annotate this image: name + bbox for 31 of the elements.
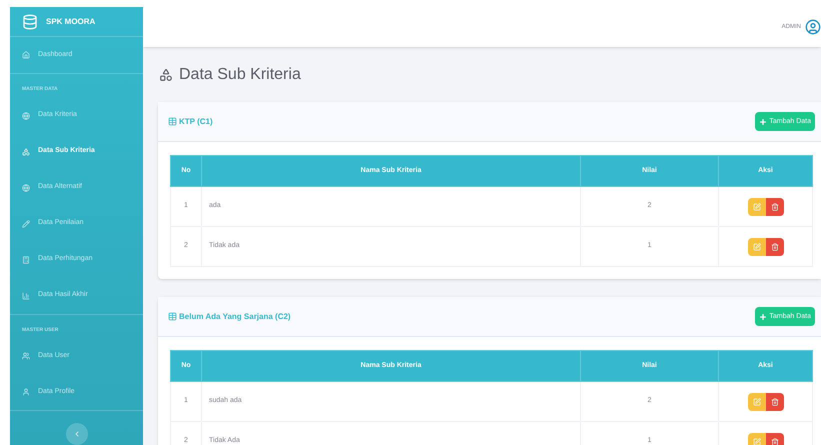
table-icon: [168, 312, 177, 321]
pencil-icon: [22, 220, 30, 228]
card-title: Belum Ada Yang Sarjana (C2): [179, 310, 291, 322]
edit-icon: [752, 438, 760, 445]
users-icon: [22, 352, 30, 360]
globe-icon: [22, 184, 30, 192]
table-icon: [168, 117, 177, 126]
brand-name: SPK MOORA: [46, 16, 96, 28]
delete-button[interactable]: [766, 238, 784, 256]
trash-icon: [770, 398, 778, 406]
user-icon: [22, 388, 30, 396]
plus-icon: [759, 118, 768, 126]
bar-chart-icon: [22, 292, 30, 300]
globe-icon: [22, 112, 30, 120]
calculator-icon: [22, 256, 30, 264]
plus-icon: [759, 312, 768, 320]
delete-button[interactable]: [766, 198, 784, 216]
home-icon: [22, 51, 30, 59]
edit-icon: [752, 242, 760, 250]
edit-icon: [752, 398, 760, 406]
card-title: KTP (C1): [179, 116, 213, 128]
edit-icon: [752, 202, 760, 210]
trash-icon: [770, 242, 778, 250]
delete-button[interactable]: [766, 392, 784, 410]
user-avatar-icon[interactable]: [805, 19, 821, 35]
shapes-icon: [159, 68, 173, 82]
trash-icon: [770, 202, 778, 210]
page-title: Data Sub Kriteria: [179, 64, 301, 84]
trash-icon: [770, 438, 778, 445]
shapes-icon: [22, 148, 30, 156]
database-icon: [22, 12, 38, 32]
